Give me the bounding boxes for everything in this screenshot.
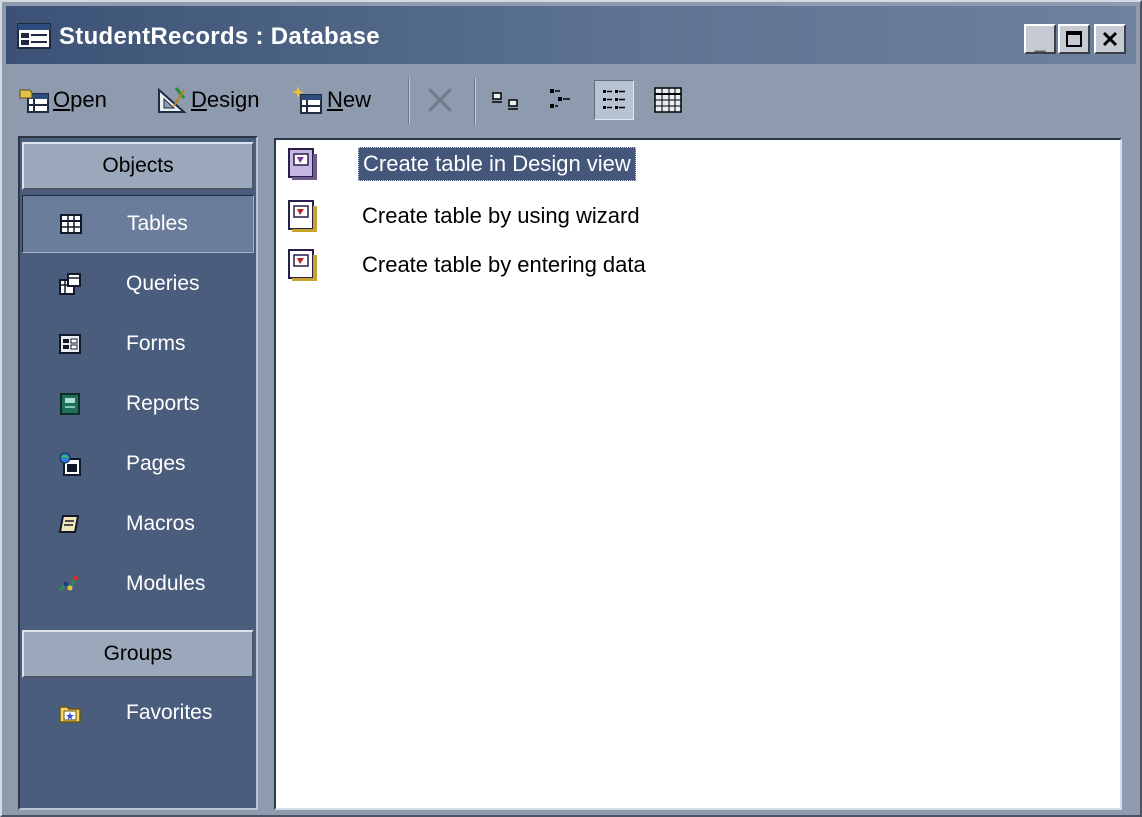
objects-item-tables[interactable]: Tables (22, 195, 254, 253)
objects-bar: Objects Tables Queries Forms Reports Pag… (18, 136, 258, 810)
objects-item-label: Tables (127, 212, 188, 235)
window-controls: _ (1022, 24, 1126, 54)
objects-item-modules[interactable]: Modules (22, 555, 254, 613)
list-item[interactable]: Create table by using wizard (286, 196, 644, 236)
database-window: StudentRecords : Database _ Open Design … (0, 0, 1142, 817)
groups-header-button[interactable]: Groups (22, 630, 254, 678)
objects-item-label: Favorites (126, 701, 213, 724)
small-icons-button[interactable] (540, 80, 580, 120)
groups-header-label: Groups (103, 642, 173, 665)
groups-item-favorites[interactable]: Favorites (22, 684, 254, 742)
objects-item-forms[interactable]: Forms (22, 315, 254, 373)
objects-item-queries[interactable]: Queries (22, 255, 254, 313)
design-label: Design (191, 87, 260, 112)
list-item-label: Create table by using wizard (362, 203, 640, 228)
query-icon (59, 273, 81, 295)
list-item[interactable]: Create table by entering data (286, 245, 650, 285)
objects-item-label: Forms (126, 332, 186, 355)
delete-button[interactable] (420, 80, 460, 120)
maximize-icon (1066, 31, 1082, 47)
close-icon (1102, 31, 1118, 47)
objects-header-button[interactable]: Objects (22, 142, 254, 190)
toolbar-separator (408, 78, 410, 124)
open-label: Open (53, 87, 107, 112)
objects-list-pane: Create table in Design view Create table… (274, 138, 1122, 810)
objects-item-label: Queries (126, 272, 200, 295)
table-shortcut-icon (288, 200, 317, 232)
list-view-button[interactable] (594, 80, 634, 120)
favorites-folder-icon (59, 706, 81, 723)
macro-icon (58, 515, 80, 533)
table-shortcut-icon (288, 148, 317, 180)
large-icons-view-icon (492, 92, 518, 110)
open-icon (19, 89, 49, 113)
list-item-label: Create table by entering data (362, 252, 646, 277)
minimize-icon: _ (1034, 32, 1046, 54)
objects-item-reports[interactable]: Reports (22, 375, 254, 433)
form-icon (59, 334, 81, 354)
details-view-button[interactable] (648, 80, 688, 120)
small-icons-view-icon (550, 89, 570, 108)
new-button[interactable]: New (292, 80, 371, 120)
maximize-button[interactable] (1058, 24, 1090, 54)
table-icon (60, 214, 82, 234)
new-label: New (327, 87, 372, 112)
list-item[interactable]: Create table in Design view (286, 144, 636, 184)
page-icon (59, 452, 81, 476)
toolbar-separator (474, 78, 476, 124)
details-view-icon (654, 87, 682, 113)
objects-item-label: Macros (126, 512, 195, 535)
window-title: StudentRecords : Database (59, 23, 380, 50)
list-view-icon (603, 90, 625, 109)
objects-item-label: Modules (126, 572, 206, 595)
database-toolbar: Open Design New (6, 68, 1136, 132)
objects-header-label: Objects (102, 154, 174, 177)
objects-item-macros[interactable]: Macros (22, 495, 254, 553)
report-icon (60, 393, 80, 415)
new-icon (292, 86, 322, 114)
list-item-label: Create table in Design view (358, 147, 636, 181)
table-shortcut-icon (288, 249, 317, 281)
objects-item-pages[interactable]: Pages (22, 435, 254, 493)
design-button[interactable]: Design (156, 80, 259, 120)
module-icon (58, 575, 79, 592)
close-button[interactable] (1094, 24, 1126, 54)
objects-item-label: Reports (126, 392, 200, 415)
delete-icon (427, 87, 453, 113)
title-bar[interactable]: StudentRecords : Database _ (6, 6, 1136, 64)
objects-item-label: Pages (126, 452, 186, 475)
open-button[interactable]: Open (18, 80, 107, 120)
design-icon (158, 87, 187, 113)
database-window-icon (17, 23, 51, 49)
minimize-button[interactable]: _ (1024, 24, 1056, 54)
large-icons-button[interactable] (486, 80, 526, 120)
